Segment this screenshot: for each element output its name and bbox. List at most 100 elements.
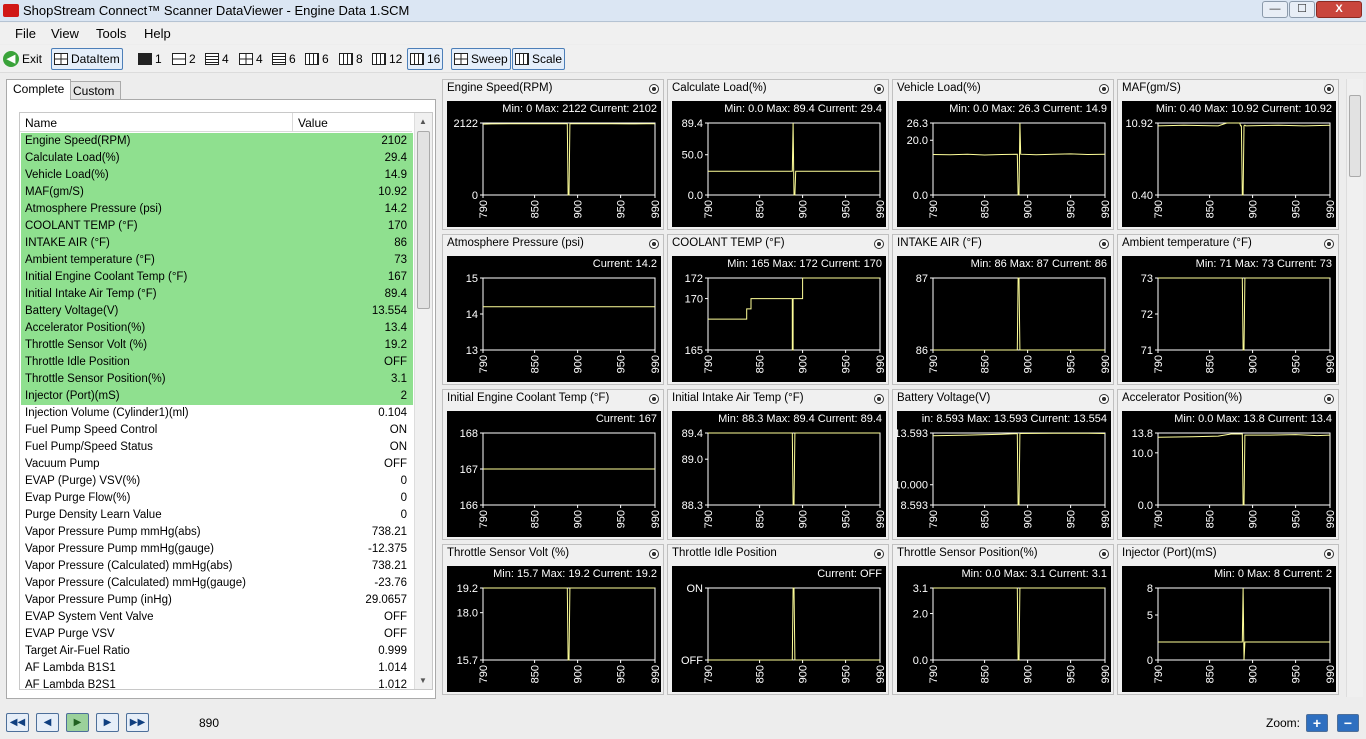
graph-panel[interactable]: Injector (Port)(mS) 8 5 0 790 850 900 950 990 Min… bbox=[1117, 544, 1339, 695]
minimize-button[interactable]: — bbox=[1262, 1, 1288, 18]
list-scroll-thumb[interactable] bbox=[417, 131, 430, 309]
layout-12-button[interactable]: 12 bbox=[370, 48, 404, 70]
graph-panel[interactable]: Calculate Load(%) 89.4 50.0 0.0 790 850 900 950… bbox=[667, 79, 889, 230]
graph-select-icon[interactable] bbox=[1099, 549, 1109, 559]
list-row[interactable]: EVAP System Vent Valve OFF bbox=[21, 609, 413, 626]
list-row[interactable]: Vapor Pressure Pump mmHg(abs) 738.21 bbox=[21, 524, 413, 541]
list-row[interactable]: Vapor Pressure (Calculated) mmHg(gauge) -… bbox=[21, 575, 413, 592]
graph-select-icon[interactable] bbox=[1324, 394, 1334, 404]
graph-select-icon[interactable] bbox=[1099, 84, 1109, 94]
list-row[interactable]: Evap Purge Flow(%) 0 bbox=[21, 490, 413, 507]
graph-select-icon[interactable] bbox=[649, 394, 659, 404]
list-scrollbar[interactable]: ▲ ▼ bbox=[414, 113, 432, 689]
graph-panel[interactable]: Vehicle Load(%) 26.3 20.0 0.0 790 850 900 950 99… bbox=[892, 79, 1114, 230]
graph-select-icon[interactable] bbox=[874, 549, 884, 559]
graph-panel[interactable]: Throttle Sensor Volt (%) 19.2 18.0 15.7 790 8… bbox=[442, 544, 664, 695]
list-row[interactable]: Atmosphere Pressure (psi) 14.2 bbox=[21, 201, 413, 218]
scroll-up-arrow-icon[interactable]: ▲ bbox=[419, 117, 427, 126]
list-row[interactable]: Injector (Port)(mS) 2 bbox=[21, 388, 413, 405]
sweep-button[interactable]: Sweep bbox=[451, 48, 511, 70]
list-row[interactable]: COOLANT TEMP (°F) 170 bbox=[21, 218, 413, 235]
graph-panel[interactable]: Battery Voltage(V) 13.593 10.000 8.593 790 85… bbox=[892, 389, 1114, 540]
dataitem-button[interactable]: DataItem bbox=[51, 48, 123, 70]
list-row[interactable]: Throttle Idle Position OFF bbox=[21, 354, 413, 371]
layout-16-button[interactable]: 16 bbox=[407, 48, 444, 70]
graph-panel[interactable]: MAF(gm/S) 10.92 0.40 790 850 900 950 990 Min: 0.… bbox=[1117, 79, 1339, 230]
graph-select-icon[interactable] bbox=[1324, 549, 1334, 559]
maximize-button[interactable]: ☐ bbox=[1289, 1, 1315, 18]
menu-help[interactable]: Help bbox=[144, 26, 171, 41]
layout-1-button[interactable]: 1 bbox=[136, 48, 164, 70]
list-row[interactable]: Throttle Sensor Position(%) 3.1 bbox=[21, 371, 413, 388]
list-row[interactable]: Initial Engine Coolant Temp (°F) 167 bbox=[21, 269, 413, 286]
next-frame-button[interactable]: ▶ bbox=[96, 713, 119, 732]
graph-select-icon[interactable] bbox=[649, 84, 659, 94]
list-row[interactable]: Battery Voltage(V) 13.554 bbox=[21, 303, 413, 320]
tab-complete[interactable]: Complete bbox=[6, 79, 72, 100]
list-row[interactable]: Fuel Pump/Speed Status ON bbox=[21, 439, 413, 456]
menu-tools[interactable]: Tools bbox=[96, 26, 126, 41]
close-button[interactable]: X bbox=[1316, 1, 1362, 18]
column-value-header[interactable]: Value bbox=[298, 116, 328, 130]
prev-frame-button[interactable]: ◀ bbox=[36, 713, 59, 732]
list-row[interactable]: INTAKE AIR (°F) 86 bbox=[21, 235, 413, 252]
column-name-header[interactable]: Name bbox=[25, 116, 57, 130]
graph-select-icon[interactable] bbox=[1099, 394, 1109, 404]
layout-2-button[interactable]: 2 bbox=[170, 48, 198, 70]
list-row[interactable]: AF Lambda B1S1 1.014 bbox=[21, 660, 413, 677]
graph-select-icon[interactable] bbox=[1099, 239, 1109, 249]
menu-view[interactable]: View bbox=[51, 26, 79, 41]
list-row[interactable]: AF Lambda B2S1 1.012 bbox=[21, 677, 413, 689]
list-row[interactable]: Vacuum Pump OFF bbox=[21, 456, 413, 473]
play-button[interactable]: ▶ bbox=[66, 713, 89, 732]
first-frame-button[interactable]: ◀◀ bbox=[6, 713, 29, 732]
column-divider[interactable] bbox=[292, 113, 293, 132]
tab-custom[interactable]: Custom bbox=[66, 81, 122, 99]
zoom-in-button[interactable]: + bbox=[1306, 714, 1328, 732]
graph-panel[interactable]: Atmosphere Pressure (psi) 15 14 13 790 850 900… bbox=[442, 234, 664, 385]
list-row[interactable]: Initial Intake Air Temp (°F) 89.4 bbox=[21, 286, 413, 303]
graph-select-icon[interactable] bbox=[874, 239, 884, 249]
graph-scroll-thumb[interactable] bbox=[1349, 95, 1361, 177]
graph-panel[interactable]: Initial Engine Coolant Temp (°F) 168 167 16… bbox=[442, 389, 664, 540]
list-row[interactable]: Fuel Pump Speed Control ON bbox=[21, 422, 413, 439]
list-row[interactable]: MAF(gm/S) 10.92 bbox=[21, 184, 413, 201]
list-row[interactable]: Vapor Pressure Pump mmHg(gauge) -12.375 bbox=[21, 541, 413, 558]
layout-8-button[interactable]: 8 bbox=[337, 48, 365, 70]
list-row[interactable]: Injection Volume (Cylinder1)(ml) 0.104 bbox=[21, 405, 413, 422]
scale-button[interactable]: Scale bbox=[512, 48, 566, 70]
graph-panel[interactable]: Ambient temperature (°F) 73 72 71 790 850 900 9… bbox=[1117, 234, 1339, 385]
list-row[interactable]: Throttle Sensor Volt (%) 19.2 bbox=[21, 337, 413, 354]
layout-6-rows-button[interactable]: 6 bbox=[270, 48, 298, 70]
exit-button[interactable]: ◀ Exit bbox=[1, 48, 44, 70]
graph-select-icon[interactable] bbox=[649, 239, 659, 249]
list-row[interactable]: Vapor Pressure Pump (inHg) 29.0657 bbox=[21, 592, 413, 609]
list-row[interactable]: EVAP Purge VSV OFF bbox=[21, 626, 413, 643]
zoom-out-button[interactable]: − bbox=[1337, 714, 1359, 732]
menu-file[interactable]: File bbox=[15, 26, 36, 41]
last-frame-button[interactable]: ▶▶ bbox=[126, 713, 149, 732]
list-row[interactable]: Accelerator Position(%) 13.4 bbox=[21, 320, 413, 337]
graph-panel[interactable]: Engine Speed(RPM) 2122 0 790 850 900 950 990 Min… bbox=[442, 79, 664, 230]
scroll-down-arrow-icon[interactable]: ▼ bbox=[419, 676, 427, 685]
list-row[interactable]: Purge Density Learn Value 0 bbox=[21, 507, 413, 524]
layout-6-grid-button[interactable]: 6 bbox=[303, 48, 331, 70]
list-row[interactable]: EVAP (Purge) VSV(%) 0 bbox=[21, 473, 413, 490]
list-row[interactable]: Ambient temperature (°F) 73 bbox=[21, 252, 413, 269]
list-row[interactable]: Vapor Pressure (Calculated) mmHg(abs) 738… bbox=[21, 558, 413, 575]
graph-panel[interactable]: COOLANT TEMP (°F) 172 170 165 790 850 900 950 99… bbox=[667, 234, 889, 385]
graph-panel[interactable]: Initial Intake Air Temp (°F) 89.4 89.0 88.3… bbox=[667, 389, 889, 540]
layout-4-rows-button[interactable]: 4 bbox=[203, 48, 231, 70]
graph-select-icon[interactable] bbox=[1324, 239, 1334, 249]
graph-select-icon[interactable] bbox=[874, 394, 884, 404]
graph-scrollbar[interactable] bbox=[1346, 79, 1363, 697]
layout-4-grid-button[interactable]: 4 bbox=[237, 48, 265, 70]
graph-select-icon[interactable] bbox=[874, 84, 884, 94]
graph-panel[interactable]: Accelerator Position(%) 13.8 10.0 0.0 790 850… bbox=[1117, 389, 1339, 540]
list-row[interactable]: Vehicle Load(%) 14.9 bbox=[21, 167, 413, 184]
graph-select-icon[interactable] bbox=[649, 549, 659, 559]
graph-panel[interactable]: Throttle Idle Position ON OFF 790 850 900 950 9… bbox=[667, 544, 889, 695]
list-row[interactable]: Calculate Load(%) 29.4 bbox=[21, 150, 413, 167]
list-row[interactable]: Engine Speed(RPM) 2102 bbox=[21, 133, 413, 150]
graph-panel[interactable]: INTAKE AIR (°F) 87 86 790 850 900 950 990 Min: 8… bbox=[892, 234, 1114, 385]
